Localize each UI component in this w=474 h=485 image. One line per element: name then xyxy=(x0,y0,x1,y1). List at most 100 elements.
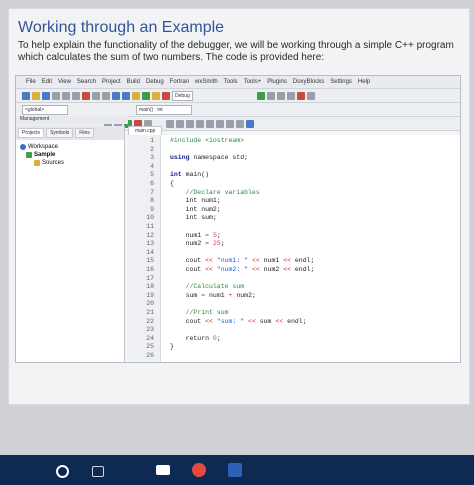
code-line[interactable]: 7 //Declare variables xyxy=(128,189,460,198)
symbol-browser-icon[interactable] xyxy=(246,119,254,128)
debug-step-into-icon[interactable] xyxy=(276,91,285,100)
code-line[interactable]: 11 xyxy=(128,223,460,232)
menu-debug[interactable]: Debug xyxy=(146,79,164,85)
zoom-out-icon[interactable] xyxy=(236,119,244,128)
code-line[interactable]: 25} xyxy=(128,343,460,352)
line-number: 3 xyxy=(150,154,154,162)
code-line[interactable]: 16 cout << "num2: " << num2 << endl; xyxy=(128,266,460,275)
code-line[interactable]: 2 xyxy=(128,146,460,155)
code-line[interactable]: 26 xyxy=(128,352,460,361)
code-line[interactable]: 13 num2 = 25; xyxy=(128,240,460,249)
code-line[interactable]: 12 num1 = 5; xyxy=(128,232,460,241)
line-number: 4 xyxy=(150,162,154,170)
copy-icon[interactable] xyxy=(92,91,100,100)
code-line[interactable]: 6{ xyxy=(128,180,460,189)
menu-file[interactable]: File xyxy=(26,79,36,85)
code-text: return 0; xyxy=(170,334,221,342)
regex-icon[interactable] xyxy=(196,119,204,128)
menu-tools-[interactable]: Tools+ xyxy=(244,79,262,85)
code-line[interactable]: 23 xyxy=(128,326,460,335)
menu-doxyblocks[interactable]: DoxyBlocks xyxy=(293,79,324,85)
cut-icon[interactable] xyxy=(82,91,90,100)
menu-build[interactable]: Build xyxy=(127,79,140,85)
debug-continue-icon[interactable] xyxy=(256,91,265,100)
chrome-icon[interactable] xyxy=(192,463,206,477)
line-number: 7 xyxy=(150,188,154,196)
line-number: 17 xyxy=(146,274,154,282)
selection-icon[interactable] xyxy=(216,119,224,128)
match-case-icon[interactable] xyxy=(186,119,194,128)
code-line[interactable]: 8 int num1; xyxy=(128,197,460,206)
save-icon[interactable] xyxy=(42,91,50,100)
redo-icon[interactable] xyxy=(72,91,80,100)
build-icon[interactable] xyxy=(132,91,140,100)
menu-project[interactable]: Project xyxy=(102,79,121,85)
save-all-icon[interactable] xyxy=(52,91,60,100)
menu-view[interactable]: View xyxy=(58,79,71,85)
zoom-in-icon[interactable] xyxy=(226,119,234,128)
menu-settings[interactable]: Settings xyxy=(330,79,352,85)
run-icon[interactable] xyxy=(142,91,150,100)
code-line[interactable]: 20 xyxy=(128,300,460,309)
function-select[interactable]: main() : int xyxy=(136,104,192,115)
undo-icon[interactable] xyxy=(62,91,70,100)
tree-item-project[interactable]: Sample xyxy=(20,151,120,159)
code-line[interactable]: 22 cout << "sum: " << sum << endl; xyxy=(128,318,460,327)
new-file-icon[interactable] xyxy=(22,91,30,100)
code-line[interactable]: 18 //Calculate sum xyxy=(128,283,460,292)
build-target-select[interactable]: Debug xyxy=(172,90,193,101)
code-line[interactable]: 24 return 0; xyxy=(128,335,460,344)
workspace-icon xyxy=(20,144,26,150)
scope-select[interactable]: <global> xyxy=(22,104,68,115)
replace-icon[interactable] xyxy=(122,91,130,100)
ide-screenshot: File Edit View Search Project Build Debug Fortr… xyxy=(15,75,461,363)
code-text: int main() xyxy=(170,171,210,179)
menu-search[interactable]: Search xyxy=(77,79,96,85)
debug-step-icon[interactable] xyxy=(266,91,275,100)
uncomment-icon[interactable] xyxy=(176,119,184,128)
tree-item-sources[interactable]: Sources xyxy=(20,159,120,167)
code-line[interactable]: 21 //Print sum xyxy=(128,309,460,318)
tab-symbols[interactable]: Symbols xyxy=(46,128,74,138)
menu-wxsmith[interactable]: wxSmith xyxy=(195,79,218,85)
code-line[interactable]: 4 xyxy=(128,163,460,172)
abort-icon[interactable] xyxy=(162,91,170,100)
task-view-icon[interactable] xyxy=(92,466,104,477)
code-line[interactable]: 9 int num2; xyxy=(128,206,460,215)
whole-word-icon[interactable] xyxy=(206,119,214,128)
code-text: } xyxy=(170,343,174,351)
debug-windows-icon[interactable] xyxy=(306,91,315,100)
comment-icon[interactable] xyxy=(166,119,174,128)
tree-item-workspace[interactable]: Workspace xyxy=(20,143,120,151)
menu-tools[interactable]: Tools xyxy=(224,79,238,85)
find-icon[interactable] xyxy=(112,91,120,100)
cortana-search-icon[interactable] xyxy=(56,465,69,478)
code-line[interactable]: 1 #include <iostream> xyxy=(128,137,460,146)
menu-edit[interactable]: Edit xyxy=(42,79,52,85)
tab-files[interactable]: Files xyxy=(75,128,94,138)
menu-plugins[interactable]: Plugins xyxy=(267,79,287,85)
ide-toolbar-main: Debug xyxy=(16,89,460,103)
menu-fortran[interactable]: Fortran xyxy=(170,79,189,85)
code-line[interactable]: 15 cout << "num1: " << num1 << endl; xyxy=(128,257,460,266)
open-file-icon[interactable] xyxy=(32,91,40,100)
menu-help[interactable]: Help xyxy=(358,79,370,85)
code-line[interactable]: 17 xyxy=(128,275,460,284)
debug-stop-icon[interactable] xyxy=(296,91,305,100)
store-icon[interactable] xyxy=(156,465,170,475)
build-run-icon[interactable] xyxy=(152,91,160,100)
tab-projects[interactable]: Projects xyxy=(18,128,45,138)
word-icon[interactable] xyxy=(228,463,242,477)
code-line[interactable]: 3 using namespace std; xyxy=(128,154,460,163)
code-line[interactable]: 14 xyxy=(128,249,460,258)
line-number: 26 xyxy=(146,352,154,359)
code-line[interactable]: 5 int main() xyxy=(128,171,460,180)
debug-step-out-icon[interactable] xyxy=(286,91,295,100)
code-editor[interactable]: 1 #include <iostream> 2 3 using namespace st… xyxy=(128,135,460,362)
line-number: 9 xyxy=(150,205,154,213)
code-line[interactable]: 10 int sum; xyxy=(128,214,460,223)
code-text: sum = num1 + num2; xyxy=(170,291,256,299)
line-number: 25 xyxy=(146,343,154,351)
code-line[interactable]: 19 sum = num1 + num2; xyxy=(128,292,460,301)
paste-icon[interactable] xyxy=(102,91,110,100)
